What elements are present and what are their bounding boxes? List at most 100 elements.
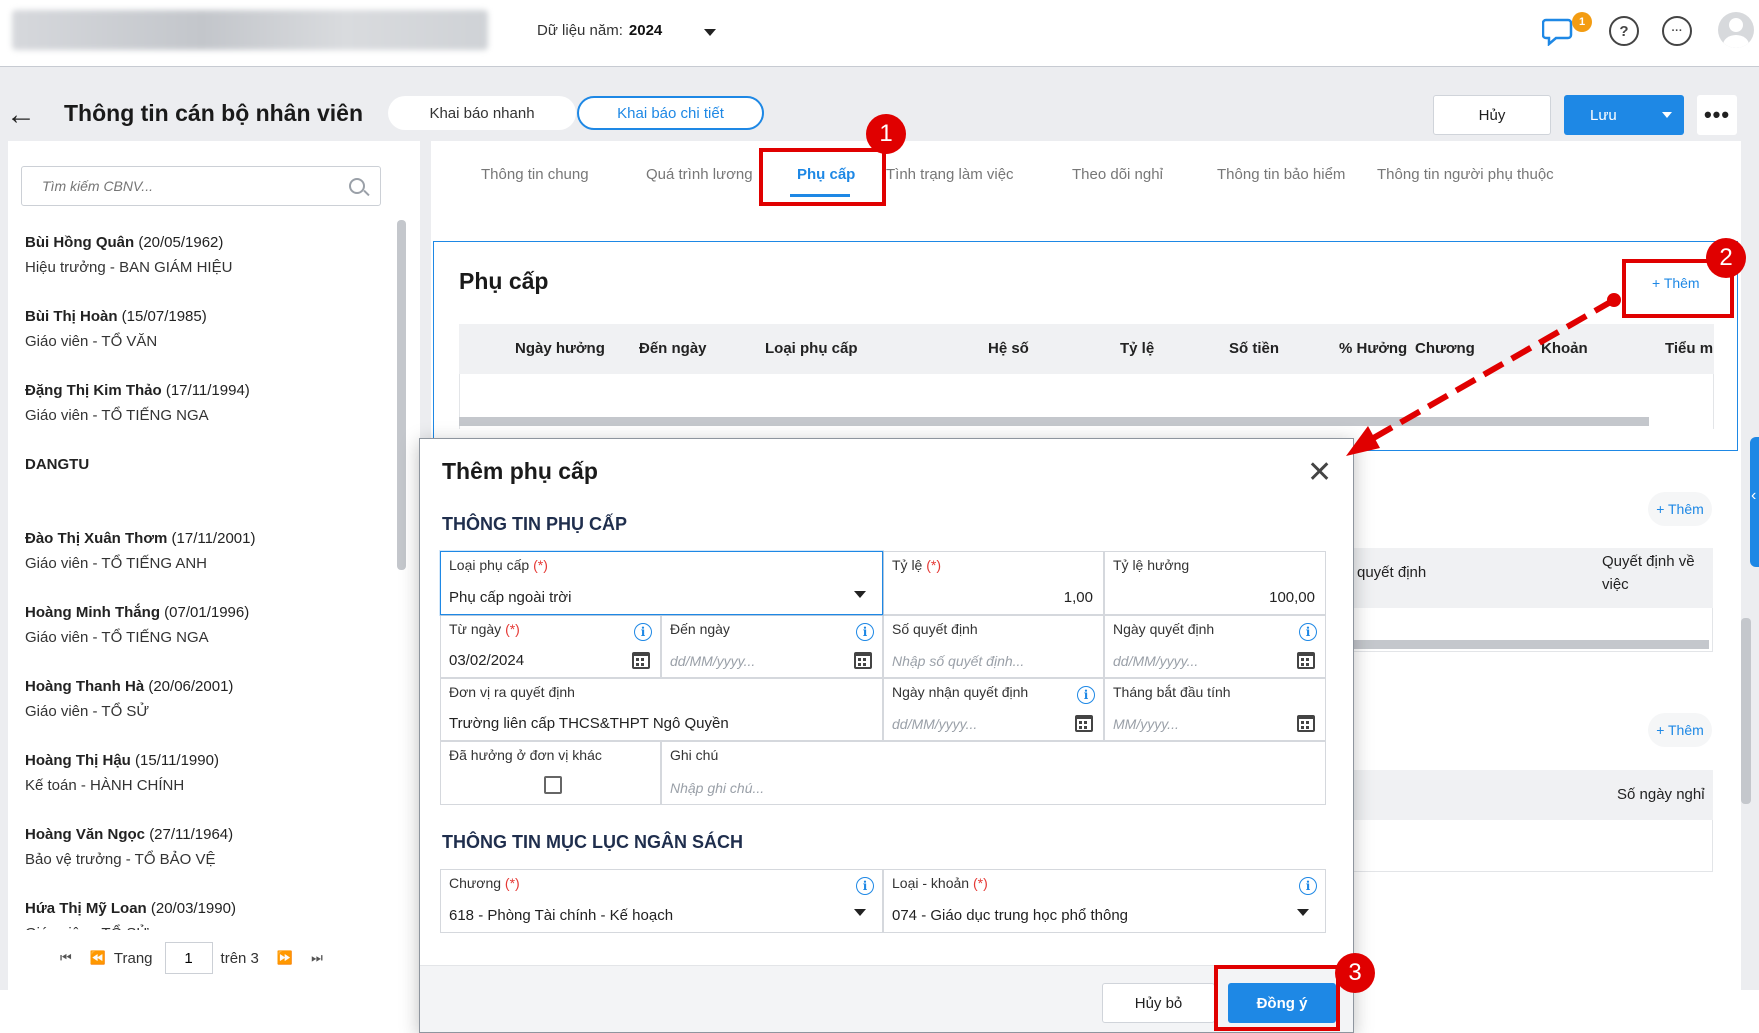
issuing-unit-field[interactable]: Đơn vị ra quyết định Trường liên cấp THC…: [440, 678, 883, 741]
tab-insurance-info[interactable]: Thông tin bảo hiểm: [1217, 160, 1345, 190]
list-item[interactable]: Hoàng Thị Hậu (15/11/1990) Kế toán - HÀNH…: [25, 748, 385, 822]
start-month-placeholder: MM/yyyy...: [1113, 716, 1179, 732]
page-number-input[interactable]: [164, 942, 213, 974]
col-decision: quyết định: [1357, 564, 1427, 581]
cancel-button[interactable]: Hủy: [1433, 95, 1551, 135]
from-date-label: Từ ngày (*): [449, 621, 520, 637]
col-start-date[interactable]: Ngày hưởng: [515, 340, 605, 357]
list-item[interactable]: Hoàng Minh Thắng (07/01/1996) Giáo viên -…: [25, 600, 385, 674]
dialog-cancel-button[interactable]: Hủy bỏ: [1102, 983, 1215, 1023]
allowance-type-field[interactable]: Loại phụ cấp (*) Phụ cấp ngoài trời: [440, 551, 883, 615]
list-item[interactable]: Hoàng Thanh Hà (20/06/2001) Giáo viên - T…: [25, 674, 385, 748]
item-field[interactable]: Loại - khoản (*) i 074 - Giáo dục trung …: [883, 869, 1326, 933]
help-icon[interactable]: ?: [1609, 16, 1639, 46]
search-input[interactable]: [42, 167, 342, 205]
from-date-field[interactable]: Từ ngày (*) i 03/02/2024: [440, 615, 661, 678]
add-button-3[interactable]: + Thêm: [1648, 713, 1712, 747]
received-elsewhere-checkbox[interactable]: [544, 776, 562, 794]
info-icon[interactable]: i: [1299, 877, 1317, 895]
info-icon[interactable]: i: [1077, 686, 1095, 704]
info-icon[interactable]: i: [1299, 623, 1317, 641]
employee-search[interactable]: [21, 166, 381, 206]
chapter-field[interactable]: Chương (*) i 618 - Phòng Tài chính - Kế …: [440, 869, 883, 933]
next-page-button[interactable]: ⏩: [277, 950, 293, 966]
col-amount[interactable]: Số tiền: [1229, 340, 1279, 357]
col-end-date[interactable]: Đến ngày: [639, 340, 707, 357]
dialog-title: Thêm phụ cấp: [442, 458, 598, 484]
calendar-icon[interactable]: [1075, 715, 1093, 732]
save-button[interactable]: Lưu: [1564, 95, 1684, 135]
tab-salary-history[interactable]: Quá trình lương: [646, 160, 753, 190]
more-circle-icon[interactable]: ···: [1662, 16, 1692, 46]
required-mark: (*): [533, 557, 548, 573]
col-coefficient[interactable]: Hệ số: [988, 340, 1029, 357]
page-total-label: trên 3: [220, 949, 259, 967]
first-page-button[interactable]: ⏮: [60, 950, 72, 966]
save-label: Lưu: [1590, 106, 1617, 124]
col-rate[interactable]: Tỷ lệ: [1120, 340, 1154, 357]
list-item[interactable]: Hoàng Văn Ngọc (27/11/1964) Bảo vệ trưởng…: [25, 822, 385, 896]
chevron-down-icon[interactable]: [1297, 909, 1309, 916]
chevron-down-icon[interactable]: [1662, 112, 1672, 118]
page-scrollbar[interactable]: [1741, 618, 1751, 804]
list-item[interactable]: Đặng Thị Kim Thảo (17/11/1994) Giáo viên …: [25, 378, 385, 452]
col-percent[interactable]: % Hưởng: [1339, 340, 1407, 357]
back-arrow-icon[interactable]: ←: [6, 100, 36, 130]
info-icon[interactable]: i: [856, 877, 874, 895]
chat-icon[interactable]: [1541, 16, 1576, 47]
tab-work-status[interactable]: Tình trạng làm việc: [886, 160, 1014, 190]
issuing-unit-value: Trường liên cấp THCS&THPT Ngô Quyền: [449, 715, 729, 732]
employee-list-scrollbar[interactable]: [397, 220, 406, 570]
start-month-label: Tháng bắt đầu tính: [1113, 684, 1231, 700]
chevron-down-icon[interactable]: [854, 909, 866, 916]
add-button-2[interactable]: + Thêm: [1648, 492, 1712, 526]
list-item[interactable]: Đào Thị Xuân Thơm (17/11/2001) Giáo viên …: [25, 526, 385, 600]
tab-dependents-info[interactable]: Thông tin người phụ thuộc: [1377, 160, 1554, 190]
employee-name-line: DANGTU: [25, 452, 385, 477]
search-icon[interactable]: [349, 178, 365, 194]
quick-declare-button[interactable]: Khai báo nhanh: [388, 96, 576, 130]
calendar-icon[interactable]: [1297, 652, 1315, 669]
year-label: Dữ liệu năm:: [537, 22, 623, 39]
info-icon[interactable]: i: [856, 623, 874, 641]
col-chapter[interactable]: Chương: [1415, 340, 1475, 357]
decision-table-scrollbar[interactable]: [1353, 640, 1709, 649]
detail-declare-button[interactable]: Khai báo chi tiết: [577, 96, 764, 130]
more-actions-button[interactable]: •••: [1697, 95, 1737, 135]
chevron-down-icon[interactable]: [704, 29, 716, 36]
info-icon[interactable]: i: [634, 623, 652, 641]
benefit-rate-field[interactable]: Tỷ lệ hưởng 100,00: [1104, 551, 1326, 615]
to-date-field[interactable]: Đến ngày i dd/MM/yyyy...: [661, 615, 883, 678]
chevron-down-icon[interactable]: [854, 591, 866, 598]
list-item[interactable]: DANGTU: [25, 452, 385, 526]
calendar-icon[interactable]: [632, 652, 650, 669]
last-page-button[interactable]: ⏭: [311, 950, 323, 966]
calendar-icon[interactable]: [854, 652, 872, 669]
calendar-icon[interactable]: [1297, 715, 1315, 732]
received-date-field[interactable]: Ngày nhận quyết định i dd/MM/yyyy...: [883, 678, 1104, 741]
prev-page-button[interactable]: ⏪: [90, 950, 106, 966]
side-drawer-toggle[interactable]: [1750, 437, 1759, 567]
decision-number-field[interactable]: Số quyết định Nhập số quyết định...: [883, 615, 1104, 678]
list-item[interactable]: Bùi Thị Hoàn (15/07/1985) Giáo viên - TỔ …: [25, 304, 385, 378]
col-sub-item[interactable]: Tiểu m: [1665, 340, 1713, 357]
year-selector[interactable]: Dữ liệu năm: 2024: [537, 22, 662, 39]
tab-general-info[interactable]: Thông tin chung: [481, 160, 589, 190]
list-item[interactable]: Hứa Thị Mỹ Loan (20/03/1990)Giáo viên - …: [25, 896, 385, 930]
rate-field[interactable]: Tỷ lệ (*) 1,00: [883, 551, 1104, 615]
note-field[interactable]: Ghi chú Nhập ghi chú...: [661, 741, 1326, 805]
horizontal-scrollbar[interactable]: [459, 417, 1649, 426]
employee-name: Hứa Thị Mỹ Loan: [25, 900, 147, 917]
employee-name-line: Hoàng Thanh Hà (20/06/2001): [25, 674, 385, 699]
allowance-type-label: Loại phụ cấp (*): [449, 557, 548, 573]
close-icon[interactable]: ✕: [1307, 458, 1332, 488]
year-value: 2024: [628, 22, 663, 39]
list-item[interactable]: Bùi Hồng Quân (20/05/1962) Hiệu trưởng - …: [25, 230, 385, 304]
col-item[interactable]: Khoản: [1541, 340, 1588, 357]
avatar[interactable]: [1718, 12, 1754, 48]
col-allowance-type[interactable]: Loại phụ cấp: [765, 340, 858, 357]
start-month-field[interactable]: Tháng bắt đầu tính MM/yyyy...: [1104, 678, 1326, 741]
employee-name-line: Hứa Thị Mỹ Loan (20/03/1990): [25, 896, 385, 921]
tab-leave-tracking[interactable]: Theo dõi nghỉ: [1072, 160, 1163, 190]
decision-date-field[interactable]: Ngày quyết định i dd/MM/yyyy...: [1104, 615, 1326, 678]
